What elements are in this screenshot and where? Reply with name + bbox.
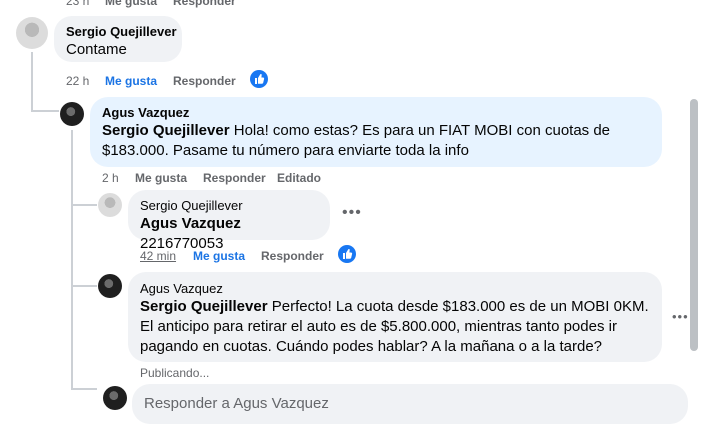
- timestamp[interactable]: 42 min: [140, 248, 176, 264]
- like-button[interactable]: Me gusta: [193, 248, 245, 264]
- comment-author[interactable]: Sergio Quejillever: [66, 24, 177, 40]
- thread-line: [71, 285, 97, 287]
- avatar[interactable]: [16, 17, 48, 49]
- comment-author[interactable]: Agus Vazquez: [140, 281, 650, 297]
- publishing-status: Publicando...: [140, 366, 210, 380]
- like-button[interactable]: Me gusta: [135, 170, 187, 186]
- like-button[interactable]: Me gusta: [105, 73, 157, 89]
- composer-placeholder[interactable]: Responder a Agus Vazquez: [144, 394, 676, 414]
- comment-text: Sergio Quejillever Hola! como estas? Es …: [102, 121, 650, 161]
- avatar: [103, 386, 127, 410]
- comment-bubble: Sergio Quejillever Agus Vazquez 22167700…: [128, 190, 330, 252]
- like-button[interactable]: Me gusta: [105, 0, 157, 9]
- thumbs-up-icon: [250, 70, 268, 88]
- more-options-icon[interactable]: •••: [342, 204, 362, 222]
- comment-meta: 42 min Me gusta Responder: [140, 248, 340, 264]
- thread-line: [71, 204, 97, 206]
- timestamp[interactable]: 23 h: [66, 0, 89, 9]
- edited-label[interactable]: Editado: [277, 170, 321, 186]
- thread-line: [71, 130, 73, 388]
- timestamp[interactable]: 22 h: [66, 73, 89, 89]
- mention-link[interactable]: Agus Vazquez: [140, 215, 241, 232]
- comment-bubble: Sergio Quejillever Contame: [54, 16, 182, 62]
- reply-button[interactable]: Responder: [261, 248, 324, 264]
- comment-meta: 23 h Me gusta Responder: [66, 0, 266, 9]
- reply-button[interactable]: Responder: [173, 0, 236, 9]
- mention-link[interactable]: Sergio Quejillever: [140, 298, 268, 315]
- comment-meta: 2 h Me gusta Responder Editado: [102, 170, 332, 186]
- comment-bubble: Agus Vazquez Sergio Quejillever Hola! co…: [90, 97, 662, 167]
- comment-author[interactable]: Sergio Quejillever: [140, 198, 318, 214]
- thread-line: [71, 388, 97, 390]
- scrollbar[interactable]: [690, 99, 698, 351]
- thread-line: [31, 52, 33, 110]
- avatar[interactable]: [98, 274, 122, 298]
- comment-text: Contame: [66, 41, 127, 58]
- comment-text: Sergio Quejillever Perfecto! La cuota de…: [140, 297, 650, 357]
- comment-meta: 22 h Me gusta Responder: [66, 73, 276, 89]
- mention-link[interactable]: Sergio Quejillever: [102, 122, 230, 139]
- thread-line: [31, 110, 59, 112]
- reply-button[interactable]: Responder: [173, 73, 236, 89]
- reply-button[interactable]: Responder: [203, 170, 266, 186]
- avatar[interactable]: [60, 102, 84, 126]
- comment-bubble: Agus Vazquez Sergio Quejillever Perfecto…: [128, 272, 662, 362]
- comment-author[interactable]: Agus Vazquez: [102, 105, 650, 121]
- timestamp[interactable]: 2 h: [102, 170, 119, 186]
- more-options-icon[interactable]: •••: [672, 309, 689, 324]
- reply-composer[interactable]: Responder a Agus Vazquez: [132, 384, 688, 424]
- thumbs-up-icon: [338, 245, 356, 263]
- avatar[interactable]: [98, 193, 122, 217]
